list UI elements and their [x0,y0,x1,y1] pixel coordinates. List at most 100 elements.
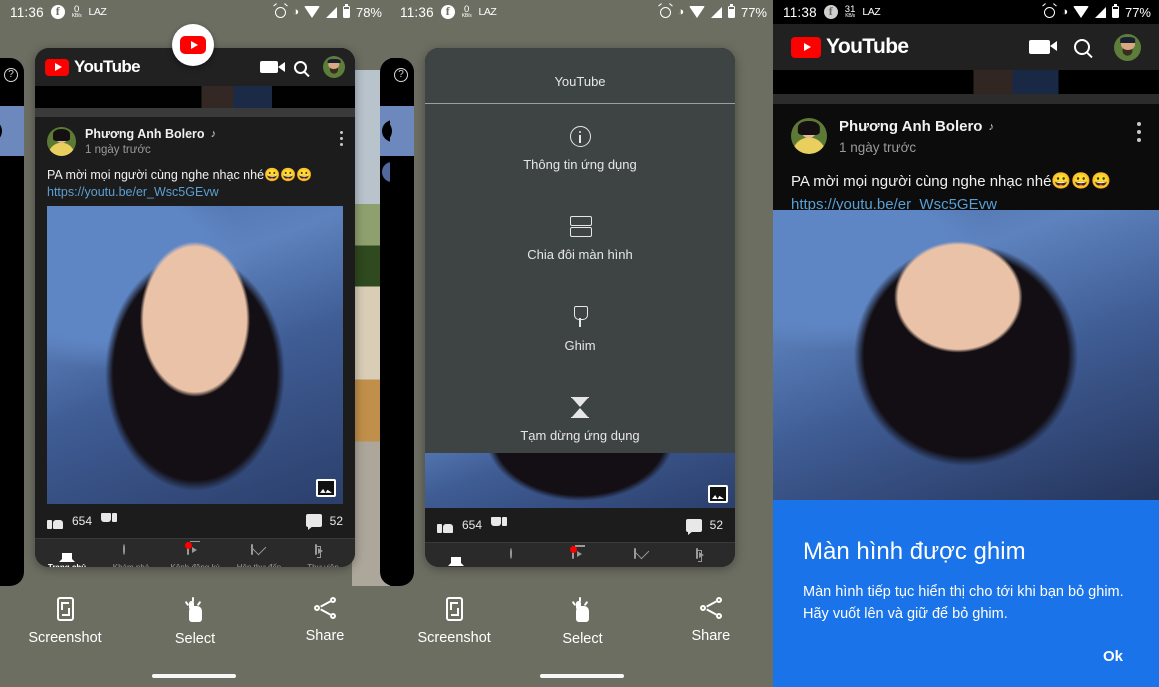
select-button[interactable]: Select [518,597,646,647]
thumb-down-icon[interactable] [491,517,507,533]
share-icon [314,597,336,619]
share-icon [699,597,722,619]
channel-name-row[interactable]: Phương Anh Bolero ♪ [839,118,994,135]
post-emojis: 😀😀😀 [264,167,313,182]
post-image [425,453,735,508]
channel-avatar[interactable] [47,127,76,156]
video-camera-icon[interactable] [1029,40,1057,54]
nav-label: Trang chủ [48,563,86,567]
select-button[interactable]: Select [130,597,260,647]
music-note-icon: ♪ [988,120,994,133]
nav-item-library[interactable]: Thư viện [291,543,355,567]
vibrate-icon: ◑ [677,6,684,18]
panel-pin-menu: 11:36 0 KB/s LAZ ◑ 77% ? [390,0,775,687]
nav-label: Hộp thư đến [237,563,282,567]
thumb-down-icon[interactable] [101,513,117,529]
menu-item-label: Thông tin ứng dụng [523,157,637,172]
dialog-body: Màn hình tiếp tục hiển thị cho tới khi b… [803,584,1124,622]
ok-button[interactable]: Ok [1103,648,1123,665]
screenshot-button[interactable]: Screenshot [0,597,130,646]
network-speed-indicator: 0 KB/s [461,3,472,20]
post-image-strip[interactable] [425,453,735,508]
channel-avatar[interactable] [791,118,827,154]
nav-item-home[interactable]: Trang chủ [425,549,487,567]
chip-strip[interactable] [35,86,355,108]
menu-item-pause-app[interactable]: Tạm dừng ứng dụng [425,375,735,465]
app-icon-youtube-bubble[interactable] [172,24,214,66]
screenshot-button[interactable]: Screenshot [390,597,518,646]
compass-icon [509,548,527,564]
comment-icon[interactable] [685,518,702,535]
recents-card-youtube[interactable]: YouTube Phương Anh Bolero ♪ 1 ngày trước… [35,48,355,567]
post-image[interactable] [773,210,1159,500]
library-icon [695,548,713,564]
recents-card-youtube[interactable]: YouTube Thông tin ứng dụng Chia đôi màn … [425,48,735,567]
nav-item-subscriptions[interactable]: Kênh đăng ký [163,541,227,567]
nav-item-home[interactable]: Trang chủ [35,544,99,567]
recents-peek-card-right[interactable]: ? [380,58,390,586]
pin-menu-header: YouTube [425,48,735,104]
account-avatar[interactable] [323,56,345,78]
action-label: Select [174,631,216,647]
nav-item-library[interactable]: Thư viện [673,548,735,567]
screenshot-icon [445,597,463,621]
content-divider [773,94,1159,104]
share-button[interactable]: Share [260,597,390,644]
recents-peek-card-left[interactable]: ? [390,58,414,586]
nav-item-inbox[interactable]: Hộp thư đến [611,548,673,567]
post-timestamp: 1 ngày trước [85,144,151,156]
nav-label: Khám phá [113,563,149,567]
action-label: Share [305,628,345,644]
post-text: PA mời mọi người cùng nghe nhạc nhé [791,173,1052,190]
menu-item-app-info[interactable]: Thông tin ứng dụng [425,104,735,194]
thumb-up-icon[interactable] [437,517,453,533]
signal-icon [325,6,337,18]
help-circle-icon: ? [4,68,18,82]
channel-name-row[interactable]: Phương Anh Bolero ♪ [85,127,216,141]
chip-strip[interactable] [773,70,1159,94]
status-bar-left: 11:36 0 KB/s LAZ ◑ 78% [0,0,390,24]
screenshot-icon [56,597,74,621]
battery-icon [727,4,735,18]
more-vertical-icon[interactable] [340,127,343,146]
home-icon [58,544,76,562]
post-image [47,205,343,504]
battery-icon [1111,4,1119,18]
peek-dot [382,162,390,182]
status-time: 11:36 [400,4,434,20]
menu-item-split-screen[interactable]: Chia đôi màn hình [425,194,735,284]
wifi-icon [1072,6,1089,18]
alarm-icon [275,6,287,18]
account-avatar[interactable] [1114,33,1141,61]
alarm-icon [660,6,672,18]
facebook-icon [50,4,65,19]
youtube-play-icon [45,58,69,76]
more-vertical-icon[interactable] [1137,118,1141,142]
youtube-logo: YouTube [791,35,909,59]
action-label: Screenshot [28,630,102,646]
facebook-icon [440,4,455,19]
search-icon[interactable] [1074,39,1090,55]
menu-item-pin[interactable]: Ghim [425,284,735,375]
nav-item-subscriptions[interactable]: Kênh đăng ký [549,546,611,567]
share-button[interactable]: Share [647,597,775,644]
video-camera-icon[interactable] [260,61,285,73]
nav-item-inbox[interactable]: Hộp thư đến [227,543,291,567]
subscriptions-icon [184,541,204,560]
post-image-wrap[interactable] [47,205,343,504]
nav-item-explore[interactable]: Khám phá [99,543,163,567]
search-icon[interactable] [294,60,307,74]
comment-icon[interactable] [305,514,322,531]
recents-action-bar-left: Screenshot Select Share [0,585,390,687]
recents-action-bar-mid: Screenshot Select Share [390,585,775,687]
home-icon [447,549,465,566]
post-text-row: PA mời mọi người cùng nghe nhạc nhé😀😀😀 [47,166,343,184]
status-bar-mid: 11:36 0 KB/s LAZ ◑ 77% [390,0,775,24]
post-link[interactable]: https://youtu.be/er_Wsc5GEvw [47,185,343,199]
community-post: Phương Anh Bolero ♪ 1 ngày trước PA mời … [35,117,355,504]
recents-peek-card-left[interactable]: ? [0,58,24,586]
nav-item-explore[interactable]: Khám phá [487,548,549,567]
battery-percent: 77% [1124,4,1151,20]
thumb-up-icon[interactable] [47,513,63,529]
battery-percent: 77% [740,4,767,20]
